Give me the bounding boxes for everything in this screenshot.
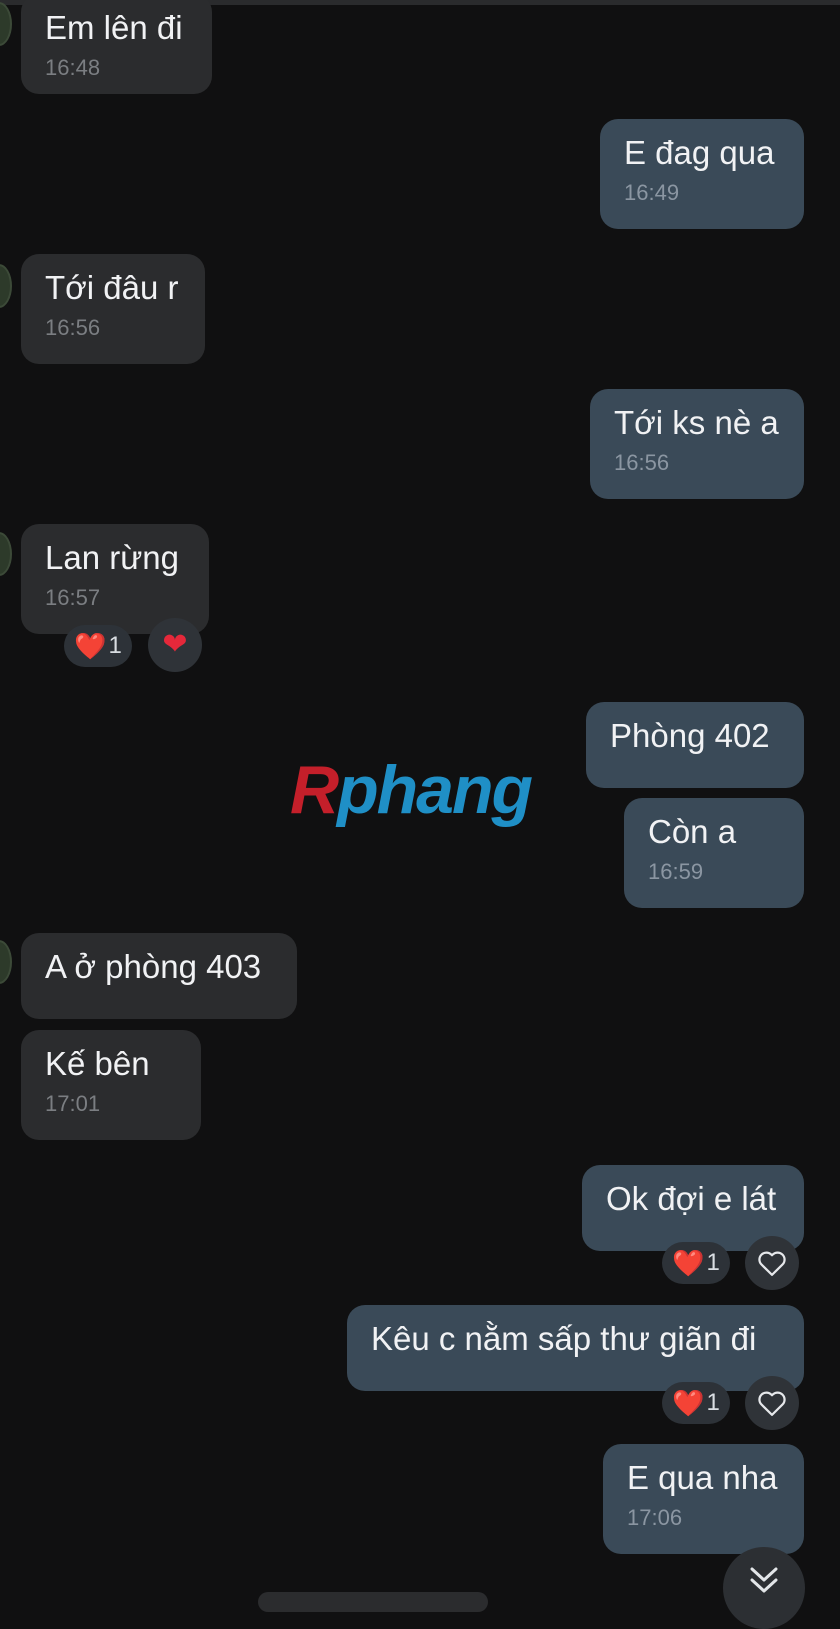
message-bubble-incoming[interactable]: Tới đâu r 16:56 — [21, 254, 205, 364]
message-bubble-incoming[interactable]: A ở phòng 403 — [21, 933, 297, 1019]
reaction-count-pill[interactable]: ❤️ 1 — [662, 1382, 730, 1424]
chevron-double-down-icon — [750, 1567, 778, 1593]
message-bubble-outgoing[interactable]: E đag qua 16:49 — [600, 119, 804, 229]
message-time: 16:57 — [45, 585, 101, 610]
add-reaction-button[interactable] — [745, 1376, 799, 1430]
message-text: E đag qua — [624, 134, 775, 171]
heart-icon: ❤️ — [672, 1248, 705, 1278]
add-reaction-button[interactable] — [745, 1236, 799, 1290]
message-bubble-incoming[interactable]: Lan rừng 16:57 — [21, 524, 209, 634]
avatar[interactable] — [0, 264, 12, 308]
message-text: Phòng 402 — [610, 717, 770, 754]
message-time: 16:49 — [624, 180, 680, 205]
message-text: Kế bên — [45, 1045, 150, 1082]
message-text: Ok đợi e lát — [606, 1180, 777, 1217]
message-text: E qua nha — [627, 1459, 778, 1496]
message-bubble-outgoing[interactable]: E qua nha 17:06 — [603, 1444, 804, 1554]
reaction-count: 1 — [706, 1389, 720, 1416]
message-text: Kêu c nằm sấp thư giãn đi — [371, 1320, 757, 1357]
message-bubble-incoming[interactable]: Kế bên 17:01 — [21, 1030, 201, 1140]
message-time: 16:56 — [614, 450, 670, 475]
reaction-count-pill[interactable]: ❤️ 1 — [662, 1242, 730, 1284]
scroll-to-bottom-button[interactable] — [723, 1547, 805, 1629]
heart-icon: ❤ — [162, 628, 188, 661]
message-bubble-outgoing[interactable]: Còn a 16:59 — [624, 798, 804, 908]
message-bubble-outgoing[interactable]: Kêu c nằm sấp thư giãn đi — [347, 1305, 804, 1391]
avatar[interactable] — [0, 532, 12, 576]
message-time: 17:01 — [45, 1091, 101, 1116]
reaction-button-active[interactable]: ❤ — [148, 618, 202, 672]
heart-outline-icon — [758, 1251, 786, 1276]
reaction-count-pill[interactable]: ❤️ 1 — [64, 625, 132, 667]
reaction-count: 1 — [108, 632, 122, 659]
message-text: Em lên đi — [45, 9, 183, 46]
message-time: 16:48 — [45, 55, 101, 80]
message-time: 16:56 — [45, 315, 101, 340]
avatar[interactable] — [0, 2, 12, 46]
heart-outline-icon — [758, 1391, 786, 1416]
avatar[interactable] — [0, 940, 12, 984]
watermark-logo: Rphang — [290, 752, 533, 828]
message-bubble-outgoing[interactable]: Tới ks nè a 16:56 — [590, 389, 804, 499]
heart-icon: ❤️ — [74, 631, 107, 661]
message-time: 16:59 — [648, 859, 704, 884]
message-text: Còn a — [648, 813, 737, 850]
message-time: 17:06 — [627, 1505, 683, 1530]
message-bubble-outgoing[interactable]: Phòng 402 — [586, 702, 804, 788]
heart-icon: ❤️ — [672, 1388, 705, 1418]
message-bubble-incoming[interactable]: Em lên đi 16:48 — [21, 0, 212, 94]
reaction-count: 1 — [706, 1249, 720, 1276]
message-text: Tới đâu r — [45, 269, 179, 306]
message-bubble-incoming[interactable] — [258, 1592, 488, 1612]
message-text: Lan rừng — [45, 539, 180, 576]
message-text: A ở phòng 403 — [45, 948, 262, 985]
message-text: Tới ks nè a — [614, 404, 779, 441]
